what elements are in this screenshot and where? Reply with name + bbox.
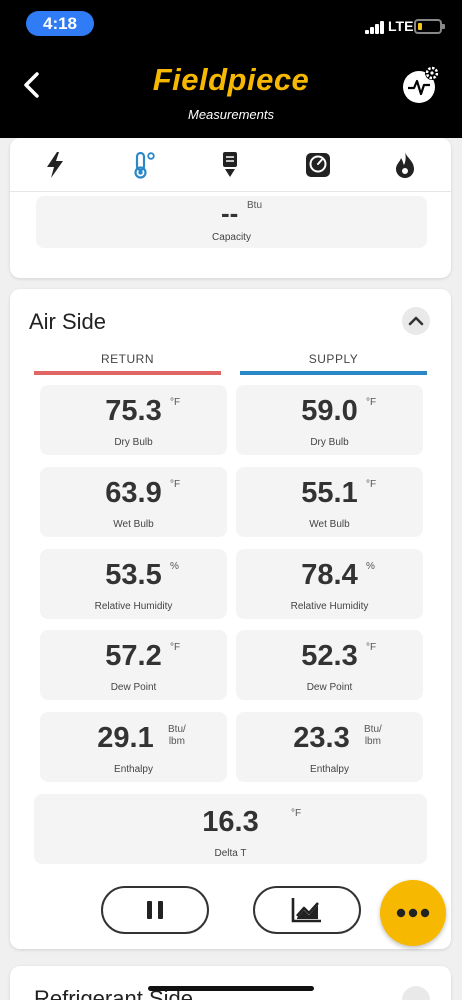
return-dry-bulb-tile[interactable]: 75.3 °F Dry Bulb xyxy=(40,385,227,455)
measurement-label: Relative Humidity xyxy=(290,601,369,612)
chevron-up-icon xyxy=(408,316,424,326)
more-dots-icon xyxy=(396,908,430,918)
measurement-label: Dry Bulb xyxy=(114,437,153,448)
refrigerant-side-card: Refrigerant Side xyxy=(10,966,451,1000)
return-dry-bulb-value: 75.3 xyxy=(105,395,162,427)
capacity-value: -- xyxy=(221,198,239,228)
thermometer-icon xyxy=(134,151,155,179)
measurement-categories-card: -- Btu Capacity xyxy=(10,138,451,278)
page-subtitle: Measurements xyxy=(188,107,274,122)
measurement-label: Enthalpy xyxy=(114,764,153,775)
unit-line-1: Btu/ xyxy=(168,724,186,735)
capacity-unit: Btu xyxy=(247,200,263,211)
home-indicator xyxy=(148,986,314,991)
device-settings-button[interactable] xyxy=(400,64,442,106)
collapse-button[interactable] xyxy=(402,307,430,335)
return-dew-point-value: 57.2 xyxy=(105,640,162,672)
capacity-label: Capacity xyxy=(212,232,251,243)
pause-icon xyxy=(147,901,163,919)
return-relative-humidity-tile[interactable]: 53.5 % Relative Humidity xyxy=(40,549,227,619)
chart-icon xyxy=(291,898,321,923)
return-color-bar xyxy=(34,371,221,375)
measurement-unit: °F xyxy=(366,397,377,408)
measurement-unit: °F xyxy=(366,479,377,490)
measurement-label: Dew Point xyxy=(110,682,157,693)
section-title: Air Side xyxy=(29,309,107,334)
return-dew-point-tile[interactable]: 57.2 °F Dew Point xyxy=(40,630,227,700)
return-wet-bulb-value: 63.9 xyxy=(105,477,162,509)
lightning-icon xyxy=(47,152,63,178)
delta-t-value: 16.3 xyxy=(202,806,259,838)
supply-relative-humidity-value: 78.4 xyxy=(301,559,358,591)
delta-t-label: Delta T xyxy=(214,848,247,859)
supply-relative-humidity-tile[interactable]: 78.4 % Relative Humidity xyxy=(236,549,423,619)
return-column-header: RETURN xyxy=(101,352,154,366)
supply-wet-bulb-tile[interactable]: 55.1 °F Wet Bulb xyxy=(236,467,423,537)
supply-enthalpy-tile[interactable]: 23.3 Btu/ lbm Enthalpy xyxy=(236,712,423,782)
tab-temperature[interactable] xyxy=(128,150,158,180)
app-header: Fieldpiece Measurements xyxy=(0,50,462,138)
category-tabs xyxy=(10,138,451,192)
brand-logo: Fieldpiece xyxy=(152,62,310,97)
measurement-label: Enthalpy xyxy=(310,764,349,775)
measurement-unit: % xyxy=(170,561,179,572)
status-bar: 4:18 LTE xyxy=(0,0,462,50)
delta-t-unit: °F xyxy=(291,808,302,819)
measurement-unit: Btu/ lbm xyxy=(168,724,186,748)
pulse-gear-icon xyxy=(403,66,439,103)
supply-dry-bulb-value: 59.0 xyxy=(301,395,358,427)
tab-pressure[interactable] xyxy=(303,150,333,180)
unit-line-1: Btu/ xyxy=(364,724,382,735)
return-relative-humidity-value: 53.5 xyxy=(105,559,162,591)
battery-icon xyxy=(414,19,445,34)
measurement-label: Wet Bulb xyxy=(113,519,154,530)
tab-combustion[interactable] xyxy=(390,150,420,180)
measurement-label: Relative Humidity xyxy=(94,601,173,612)
measurement-unit: °F xyxy=(170,397,181,408)
more-options-button[interactable] xyxy=(380,880,446,946)
unit-line-2: lbm xyxy=(364,736,381,747)
return-wet-bulb-tile[interactable]: 63.9 °F Wet Bulb xyxy=(40,467,227,537)
measurement-unit: °F xyxy=(170,642,181,653)
graph-button[interactable] xyxy=(253,886,361,934)
tab-airflow-filter[interactable] xyxy=(215,150,245,180)
tab-electrical[interactable] xyxy=(40,150,70,180)
measurement-label: Dry Bulb xyxy=(310,437,349,448)
filter-icon xyxy=(223,152,237,177)
network-type: LTE xyxy=(388,18,414,34)
delta-t-tile[interactable]: 16.3 °F Delta T xyxy=(34,794,427,864)
supply-wet-bulb-value: 55.1 xyxy=(301,477,358,509)
gauge-icon xyxy=(306,153,330,177)
return-enthalpy-tile[interactable]: 29.1 Btu/ lbm Enthalpy xyxy=(40,712,227,782)
pause-button[interactable] xyxy=(101,886,209,934)
expand-button[interactable] xyxy=(402,986,430,1000)
supply-enthalpy-value: 23.3 xyxy=(293,722,350,754)
supply-dew-point-tile[interactable]: 52.3 °F Dew Point xyxy=(236,630,423,700)
air-side-card: Air Side RETURN SUPPLY 75.3 °F Dry Bulb … xyxy=(10,289,451,949)
supply-color-bar xyxy=(240,371,427,375)
supply-dew-point-value: 52.3 xyxy=(301,640,358,672)
signal-icon xyxy=(365,20,385,34)
return-enthalpy-value: 29.1 xyxy=(97,722,154,754)
measurement-unit: °F xyxy=(366,642,377,653)
measurement-label: Wet Bulb xyxy=(309,519,350,530)
unit-line-2: lbm xyxy=(168,736,185,747)
capacity-tile[interactable]: -- Btu Capacity xyxy=(36,196,427,248)
flame-icon xyxy=(396,152,414,178)
measurement-unit: °F xyxy=(170,479,181,490)
measurement-unit: % xyxy=(366,561,375,572)
supply-column-header: SUPPLY xyxy=(308,352,359,366)
measurement-label: Dew Point xyxy=(306,682,353,693)
status-time: 4:18 xyxy=(26,11,94,36)
measurement-unit: Btu/ lbm xyxy=(364,724,382,748)
supply-dry-bulb-tile[interactable]: 59.0 °F Dry Bulb xyxy=(236,385,423,455)
